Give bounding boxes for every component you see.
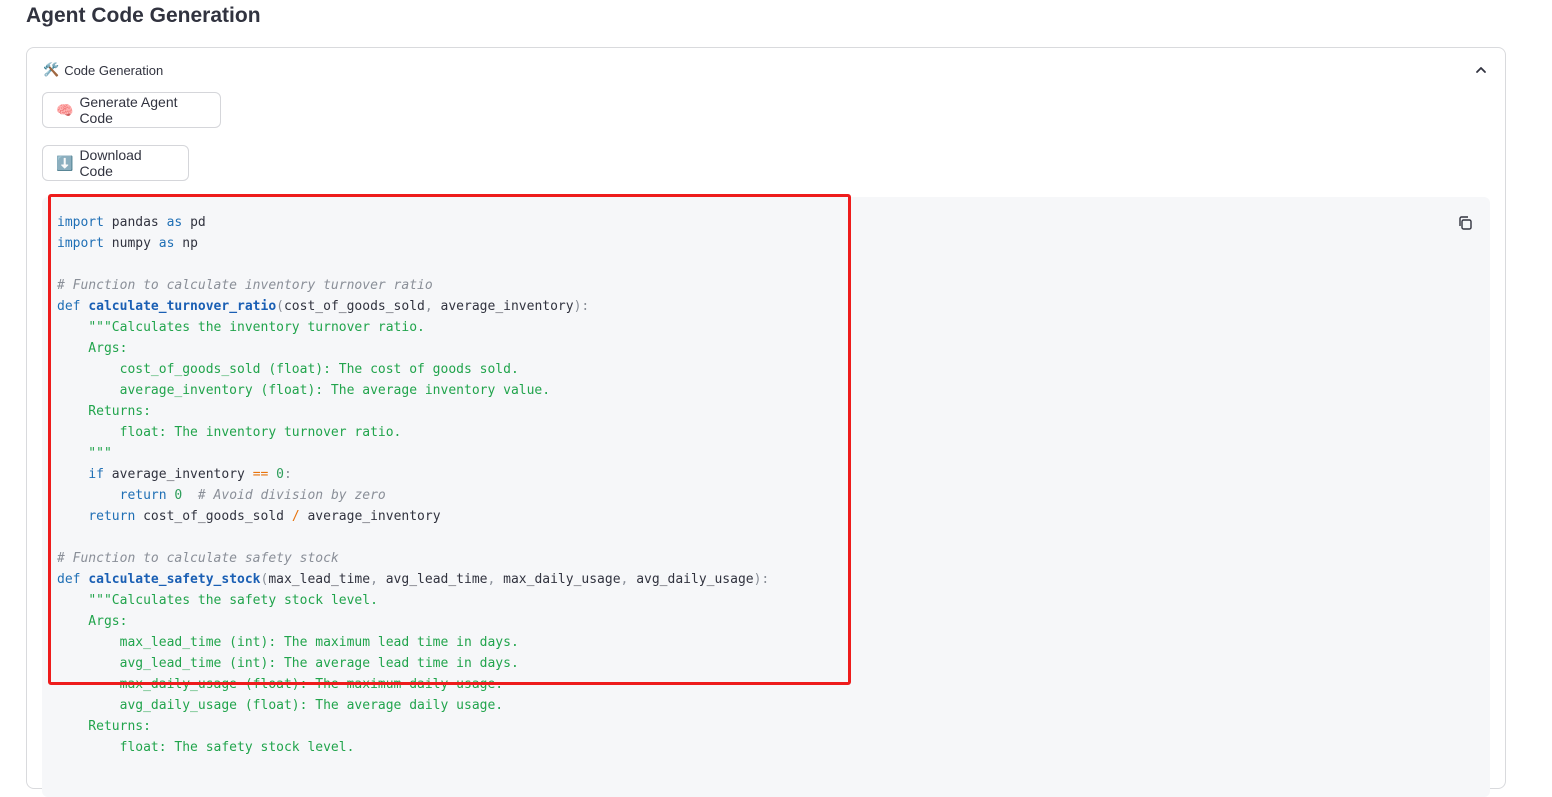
- code-line: import numpy as np: [57, 236, 198, 251]
- code-line: Returns:: [57, 404, 151, 419]
- generate-agent-code-button[interactable]: 🧠 Generate Agent Code: [42, 92, 221, 128]
- chevron-up-icon[interactable]: [1473, 62, 1489, 78]
- tools-icon: 🛠️: [43, 62, 60, 77]
- code-line: Returns:: [57, 719, 151, 734]
- code-line: return cost_of_goods_sold / average_inve…: [88, 509, 441, 524]
- generate-button-label: Generate Agent Code: [79, 94, 178, 126]
- code-line: """: [57, 446, 112, 461]
- code-line: if average_inventory == 0:: [88, 467, 292, 482]
- code-block[interactable]: import pandas as pd import numpy as np #…: [42, 197, 1490, 797]
- page-title: Agent Code Generation: [26, 4, 261, 27]
- code-line: import pandas as pd: [57, 215, 206, 230]
- copy-icon[interactable]: [1457, 215, 1473, 231]
- code-line: max_lead_time (int): The maximum lead ti…: [57, 635, 519, 650]
- code-generation-expander: 🛠️ Code Generation 🧠 Generate Agent Code…: [26, 47, 1506, 797]
- code-line: """Calculates the safety stock level.: [88, 593, 378, 608]
- expander-header[interactable]: 🛠️ Code Generation: [43, 60, 1489, 80]
- code-line: # Function to calculate inventory turnov…: [57, 278, 433, 293]
- code-line: def calculate_turnover_ratio(cost_of_goo…: [57, 299, 590, 314]
- code-line: average_inventory (float): The average i…: [57, 383, 551, 398]
- code-line: avg_daily_usage (float): The average dai…: [57, 698, 504, 713]
- code-line: """Calculates the inventory turnover rat…: [88, 320, 425, 335]
- brain-icon: 🧠: [56, 101, 74, 118]
- code-line: float: The inventory turnover ratio.: [57, 425, 402, 440]
- code-line: float: The safety stock level.: [57, 740, 355, 755]
- code-line: cost_of_goods_sold (float): The cost of …: [57, 362, 519, 377]
- code-line: Args:: [57, 341, 128, 356]
- code-line: Args:: [57, 614, 128, 629]
- code-line: def calculate_safety_stock(max_lead_time…: [57, 572, 770, 587]
- download-arrow-icon: ⬇️: [56, 154, 74, 171]
- expander-label: Code Generation: [64, 62, 164, 78]
- code-content: import pandas as pd import numpy as np #…: [57, 212, 769, 758]
- download-button-label: Download Code: [79, 147, 142, 179]
- code-line: # Function to calculate safety stock: [57, 551, 339, 566]
- code-line: avg_lead_time (int): The average lead ti…: [57, 656, 519, 671]
- code-line: max_daily_usage (float): The maximum dai…: [57, 677, 504, 692]
- code-line: return 0 # Avoid division by zero: [119, 488, 386, 503]
- download-code-button[interactable]: ⬇️ Download Code: [42, 145, 189, 181]
